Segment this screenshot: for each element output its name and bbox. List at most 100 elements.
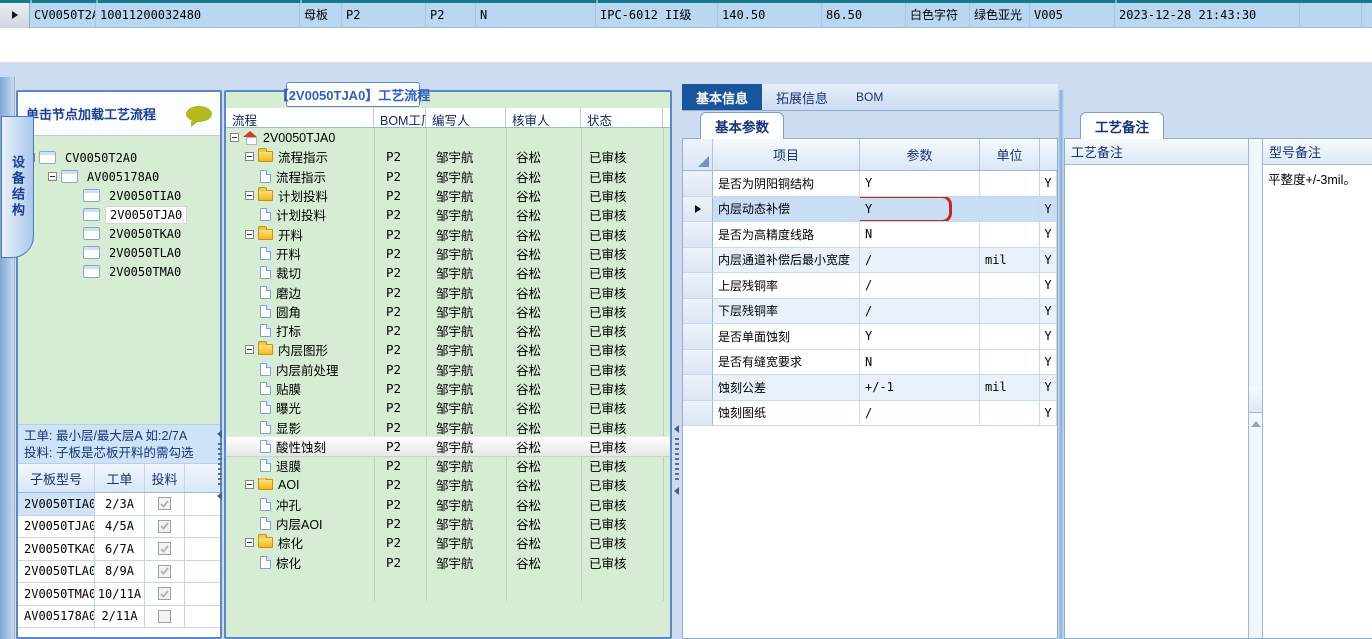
flow-row[interactable]: 磨边 P2 邹宇航 谷松 已审核 (226, 282, 670, 301)
expander-icon[interactable] (245, 191, 254, 201)
tab-device-structure[interactable]: 设备结构 (1, 116, 34, 258)
subboard-row[interactable]: 2V0050TKA0 6/7A (18, 538, 220, 561)
param-value[interactable]: Y (860, 171, 980, 196)
expander-icon[interactable] (230, 133, 239, 143)
param-item: 是否有缝宽要求 (713, 349, 860, 374)
flow-row[interactable]: 曝光 P2 邹宇航 谷松 已审核 (226, 398, 670, 417)
param-value[interactable]: / (860, 298, 980, 323)
feed-checkbox[interactable] (158, 497, 171, 511)
param-row[interactable]: 是否单面蚀刻 Y Y (683, 324, 1057, 350)
subboard-row[interactable]: 2V0050TLA0 8/9A (18, 560, 220, 583)
flow-row[interactable]: 开料 P2 邹宇航 谷松 已审核 (226, 224, 670, 243)
expander-icon[interactable] (245, 538, 254, 548)
flow-factory: P2 (386, 245, 402, 261)
flow-row[interactable]: AOI P2 邹宇航 谷松 已审核 (226, 475, 670, 494)
col-header-param[interactable]: 参数 (860, 139, 980, 170)
expander-icon[interactable] (245, 345, 254, 355)
feed-checkbox[interactable] (158, 609, 171, 623)
flow-row[interactable]: 裁切 P2 邹宇航 谷松 已审核 (226, 263, 670, 282)
device-tree-item[interactable]: 2V0050TKA0 (18, 224, 220, 243)
flow-row[interactable]: 酸性蚀刻 P2 邹宇航 谷松 已审核 (226, 436, 670, 457)
flow-row[interactable]: 内层图形 P2 邹宇航 谷松 已审核 (226, 340, 670, 359)
flow-col-header[interactable]: 状态 (581, 108, 663, 127)
device-tree-item[interactable]: 2V0050TMA0 (18, 262, 220, 281)
scroll-up-icon[interactable] (1250, 420, 1261, 427)
subboard-row[interactable]: AV005178A0 2/11A (18, 605, 220, 628)
device-tree-item[interactable]: AV005178A0 (18, 167, 220, 186)
flow-row[interactable]: 打标 P2 邹宇航 谷松 已审核 (226, 321, 670, 340)
flow-auditor: 谷松 (516, 247, 542, 262)
param-row[interactable]: 内层通道补偿后最小宽度 / mil Y (683, 247, 1057, 273)
param-value[interactable]: / (860, 273, 980, 298)
param-value[interactable]: Y (860, 324, 980, 349)
flow-row[interactable]: 显影 P2 邹宇航 谷松 已审核 (226, 417, 670, 436)
param-value[interactable]: N (860, 349, 980, 374)
param-row[interactable]: 是否有缝宽要求 N Y (683, 349, 1057, 375)
flow-row[interactable]: 开料 P2 邹宇航 谷松 已审核 (226, 244, 670, 263)
feed-checkbox[interactable] (158, 564, 171, 578)
expander-icon[interactable] (48, 172, 57, 181)
subboard-row[interactable]: 2V0050TJA0 4/5A (18, 515, 220, 538)
tab-basic-params[interactable]: 基本参数 (700, 112, 784, 139)
param-corner-cell[interactable] (683, 139, 713, 170)
param-row[interactable]: 下层残铜率 / Y (683, 298, 1057, 324)
flow-row[interactable]: 棕化 P2 邹宇航 谷松 已审核 (226, 533, 670, 552)
flow-row[interactable]: 棕化 P2 邹宇航 谷松 已审核 (226, 553, 670, 572)
feed-checkbox[interactable] (158, 542, 171, 556)
flow-row[interactable]: 计划投料 P2 邹宇航 谷松 已审核 (226, 205, 670, 224)
expander-icon[interactable] (245, 480, 254, 490)
top-grid-row[interactable]: CV0050T2A010011200032480母板P2P2NIPC-6012 … (0, 2, 1372, 28)
device-tree-item[interactable]: CV0050T2A0 (18, 148, 220, 167)
tab-基本信息[interactable]: 基本信息 (682, 84, 763, 110)
flow-row[interactable]: 冲孔 P2 邹宇航 谷松 已审核 (226, 495, 670, 514)
tab-process-remark[interactable]: 工艺备注 (1080, 112, 1164, 139)
tab-bom[interactable]: BOM (842, 84, 897, 110)
param-row[interactable]: 是否为阴阳铜结构 Y Y (683, 171, 1057, 197)
tab-拓展信息[interactable]: 拓展信息 (762, 84, 842, 110)
feed-checkbox[interactable] (158, 587, 171, 601)
col-header-model[interactable]: 子板型号 (18, 464, 95, 492)
model-remark-content[interactable]: 平整度+/-3mil。 (1263, 165, 1372, 638)
param-row[interactable]: 内层动态补偿 Y Y (683, 196, 1057, 222)
left-panel-splitter[interactable] (216, 430, 223, 500)
flow-row[interactable]: 流程指示 P2 邹宇航 谷松 已审核 (226, 167, 670, 186)
process-remark-content[interactable] (1065, 165, 1248, 638)
expander-icon[interactable] (245, 152, 254, 162)
col-header-feed[interactable]: 投料 (145, 464, 185, 492)
col-header-item[interactable]: 项目 (713, 139, 860, 170)
flow-row[interactable]: 内层AOI P2 邹宇航 谷松 已审核 (226, 514, 670, 533)
param-value[interactable]: +/-1 (860, 375, 980, 400)
param-row[interactable]: 是否为高精度线路 N Y (683, 222, 1057, 248)
col-header-unit[interactable]: 单位 (980, 139, 1040, 170)
col-header-order[interactable]: 工单 (95, 464, 145, 492)
param-row[interactable]: 蚀刻公差 +/-1 mil Y (683, 375, 1057, 401)
param-row[interactable]: 上层残铜率 / Y (683, 273, 1057, 299)
param-value[interactable]: / (860, 247, 980, 272)
expander-icon[interactable] (245, 229, 254, 239)
flow-row[interactable]: 贴膜 P2 邹宇航 谷松 已审核 (226, 379, 670, 398)
feed-checkbox[interactable] (158, 519, 171, 533)
flow-col-header[interactable]: 编写人 (426, 108, 506, 127)
flow-row[interactable]: 内层前处理 P2 邹宇航 谷松 已审核 (226, 360, 670, 379)
remark-scrollbar[interactable] (1249, 139, 1263, 638)
center-splitter[interactable] (673, 425, 680, 495)
flow-col-header[interactable]: 核审人 (506, 108, 581, 127)
flow-row[interactable]: 计划投料 P2 邹宇航 谷松 已审核 (226, 186, 670, 205)
flow-row[interactable]: 圆角 P2 邹宇航 谷松 已审核 (226, 302, 670, 321)
flow-col-header[interactable]: 流程 (226, 108, 374, 127)
device-tree-item[interactable]: 2V0050TIA0 (18, 186, 220, 205)
subboard-row[interactable]: 2V0050TMA0 10/11A (18, 583, 220, 606)
param-value[interactable]: Y (860, 196, 980, 221)
flow-row[interactable]: 退膜 P2 邹宇航 谷松 已审核 (226, 456, 670, 475)
flow-row[interactable]: 2V0050TJA0 (226, 128, 670, 147)
flow-tree-cell: 裁切 (226, 263, 374, 282)
param-value[interactable]: N (860, 222, 980, 247)
param-row[interactable]: 蚀刻图纸 / Y (683, 400, 1057, 426)
device-tree-item[interactable]: 2V0050TJA0 (18, 205, 220, 224)
subboard-row[interactable]: 2V0050TIA0 2/3A (18, 493, 220, 516)
param-value[interactable]: / (860, 400, 980, 425)
flow-row[interactable]: 流程指示 P2 邹宇航 谷松 已审核 (226, 147, 670, 166)
flow-col-header[interactable]: BOM工厂 (374, 108, 426, 127)
device-tree-item[interactable]: 2V0050TLA0 (18, 243, 220, 262)
subboard-order: 2/11A (95, 605, 145, 627)
